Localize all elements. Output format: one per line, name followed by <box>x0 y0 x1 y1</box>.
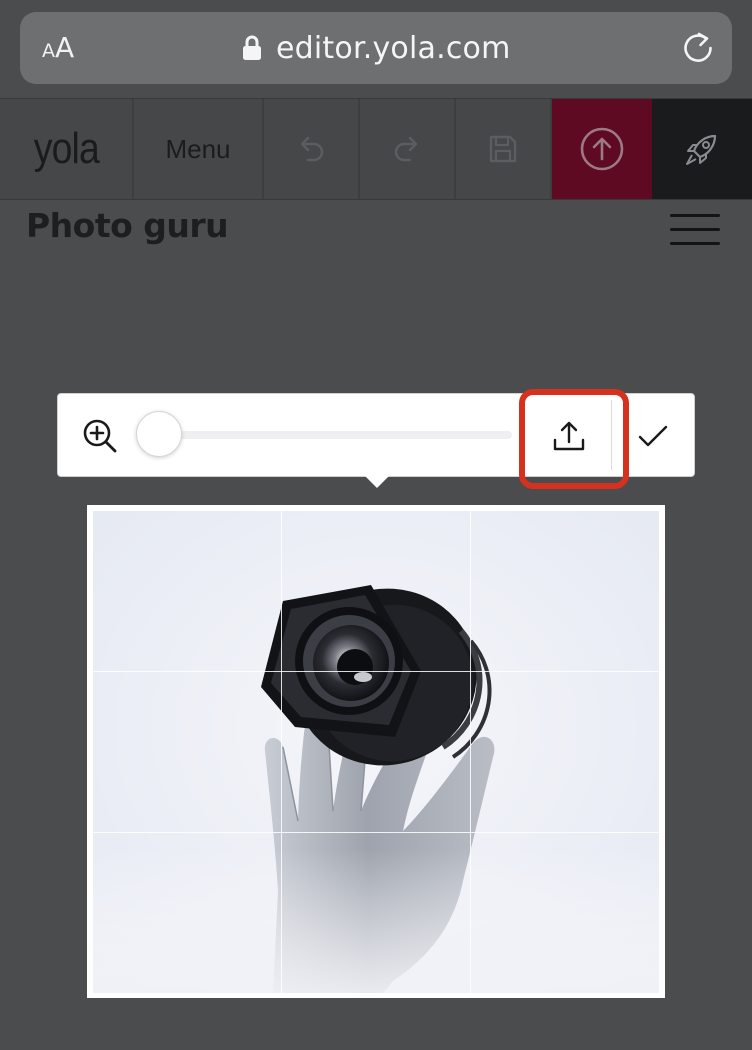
zoom-in-icon[interactable] <box>82 418 118 454</box>
lock-icon <box>243 35 261 60</box>
upload-icon <box>553 421 585 451</box>
menu-label: Menu <box>165 133 231 164</box>
text-size-small-label: A <box>42 40 55 62</box>
undo-button[interactable] <box>264 99 360 199</box>
text-size-button[interactable]: AA <box>42 32 74 68</box>
redo-button[interactable] <box>360 99 456 199</box>
browser-toolbar: AA editor.yola.com <box>0 0 752 98</box>
crop-grid-line <box>93 671 659 672</box>
launch-button[interactable] <box>652 99 752 199</box>
crop-grid-line <box>281 511 282 993</box>
address-bar[interactable]: AA editor.yola.com <box>20 12 732 84</box>
toolbar-pointer <box>364 475 390 488</box>
logo-text: yola <box>33 124 99 173</box>
site-title: Photo guru <box>26 206 229 245</box>
yola-logo[interactable]: yola <box>0 99 134 199</box>
menu-button[interactable]: Menu <box>134 99 264 199</box>
reload-icon[interactable] <box>680 30 716 66</box>
image-edit-toolbar <box>57 393 695 488</box>
text-size-big-label: A <box>55 31 75 64</box>
crop-grid-line <box>93 832 659 833</box>
publish-button[interactable] <box>552 99 652 199</box>
checkmark-icon <box>638 425 668 447</box>
hamburger-icon[interactable] <box>670 214 720 246</box>
camera-lens-photo <box>93 511 659 993</box>
upload-circle-icon <box>580 127 624 171</box>
zoom-slider-handle[interactable] <box>136 411 182 457</box>
url-text: editor.yola.com <box>276 30 511 66</box>
upload-image-button[interactable] <box>532 404 606 468</box>
page: AA editor.yola.com yola Menu Photo guru <box>0 0 752 1050</box>
redo-icon <box>394 136 418 162</box>
photo[interactable] <box>93 511 659 993</box>
confirm-button[interactable] <box>618 404 688 468</box>
save-button[interactable] <box>456 99 552 199</box>
rocket-icon <box>686 134 717 165</box>
url-display[interactable]: editor.yola.com <box>242 30 511 66</box>
save-icon <box>489 135 517 163</box>
zoom-slider-track[interactable] <box>158 431 512 439</box>
toolbar-divider <box>611 400 612 470</box>
undo-icon <box>300 136 324 162</box>
editor-toolbar: yola Menu <box>0 98 752 200</box>
crop-grid-line <box>470 511 471 993</box>
image-crop-area[interactable] <box>87 505 665 998</box>
